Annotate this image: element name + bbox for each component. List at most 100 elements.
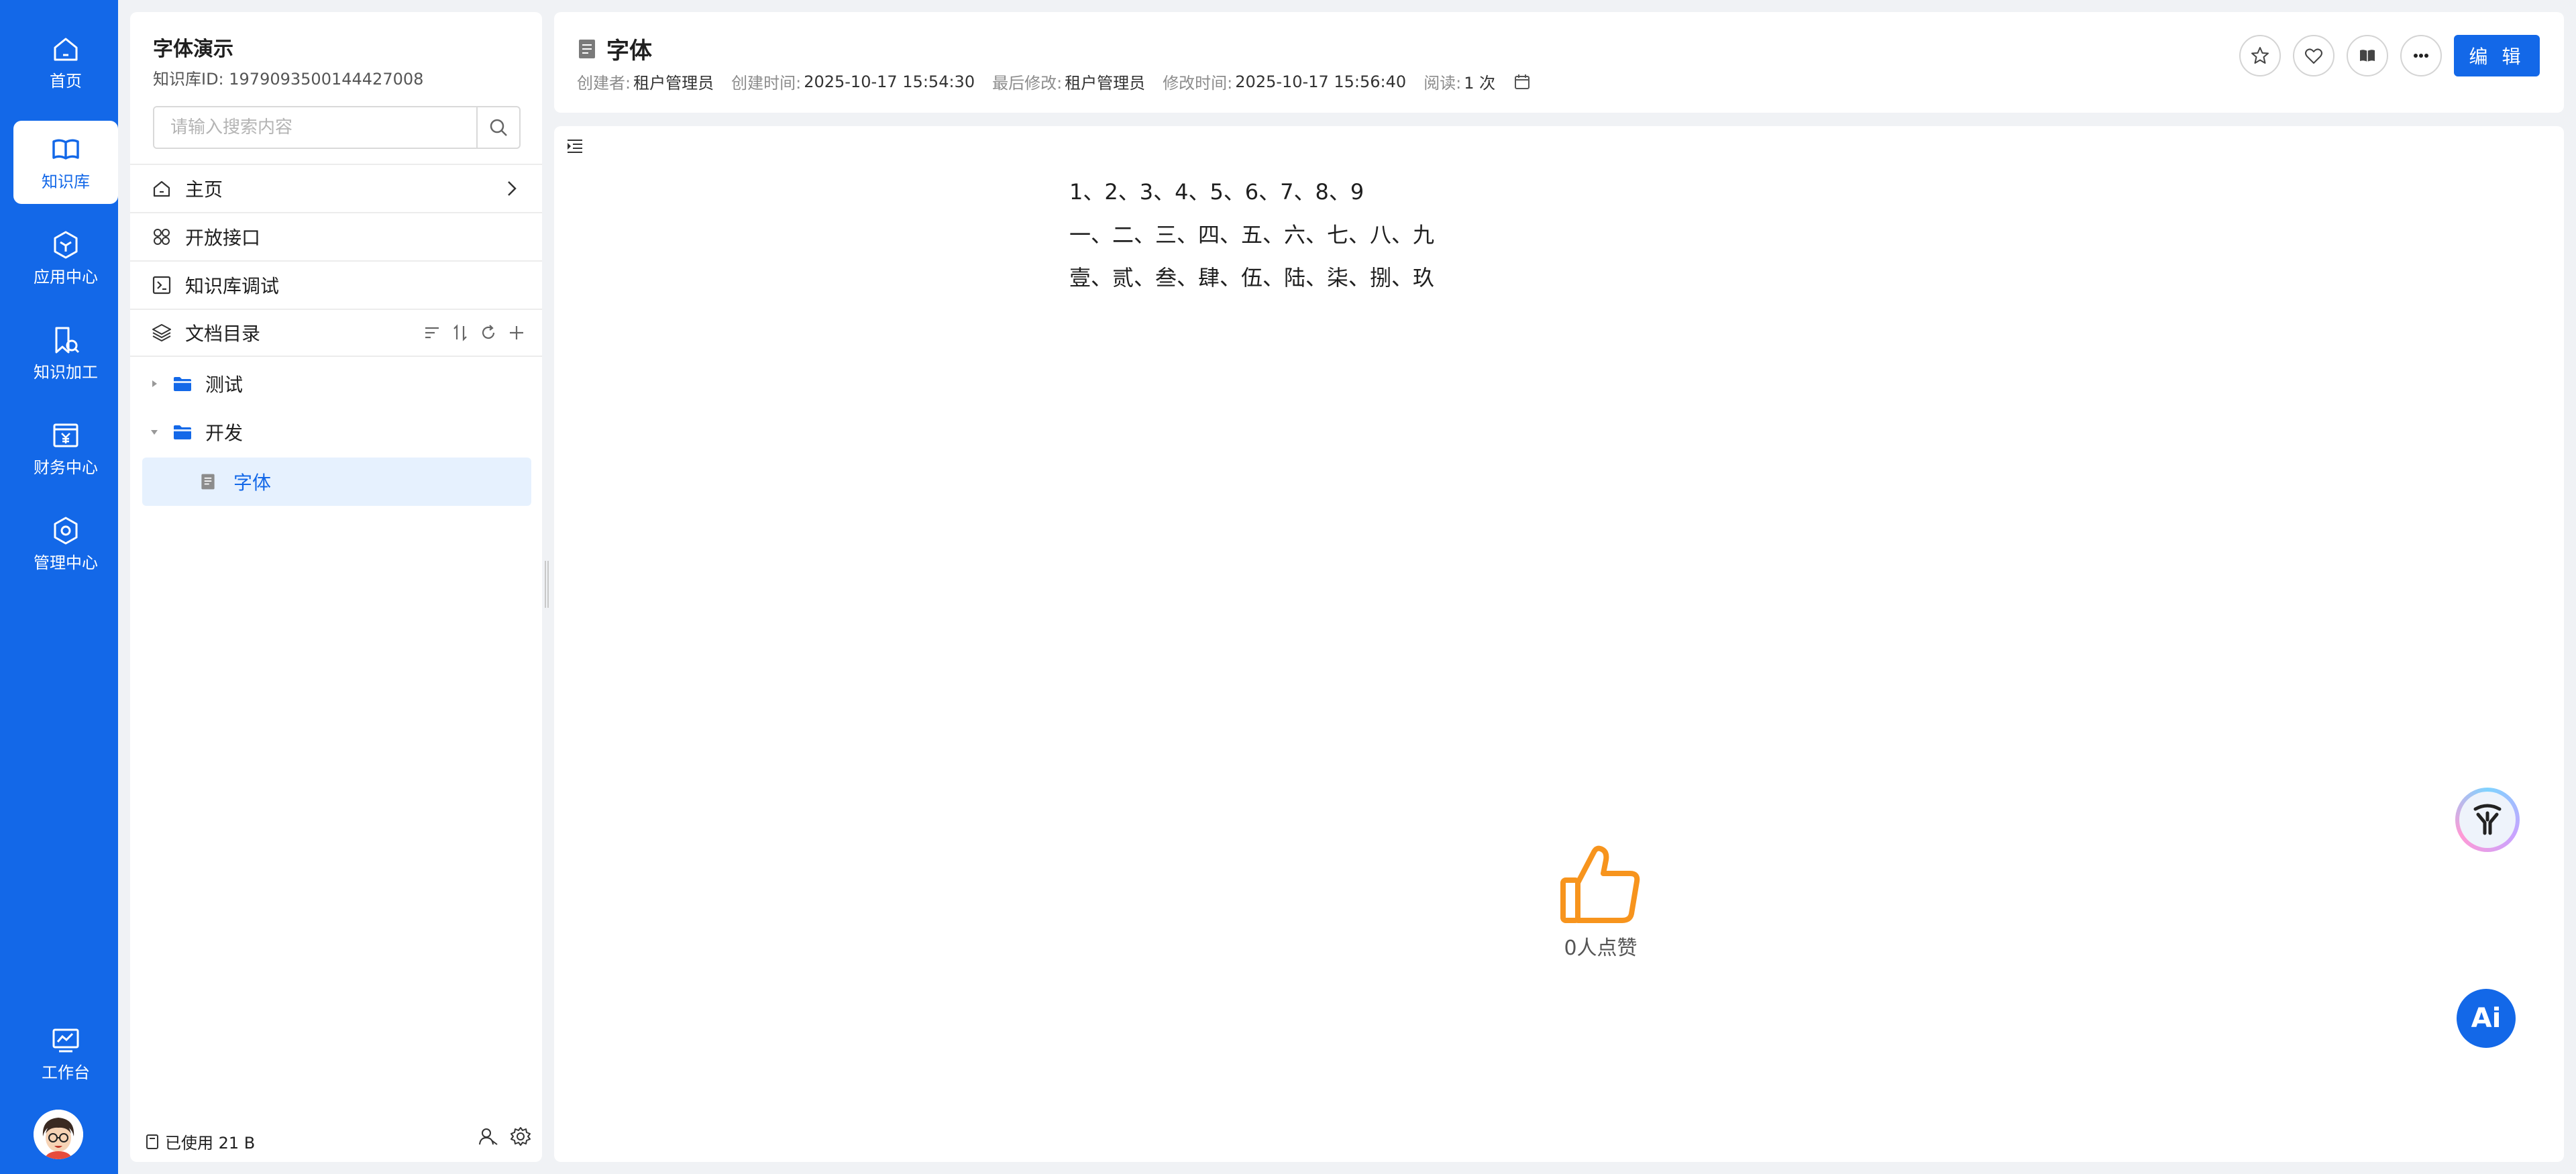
meta-reads-key: 阅读: xyxy=(1424,74,1462,93)
meta-creator-value: 租户管理员 xyxy=(633,74,714,93)
search-box xyxy=(153,106,521,149)
rail-item-label: 知识库 xyxy=(42,172,90,191)
doc-header: 字体 创建者: 租户管理员 创建时间: 2025-10-17 15:54:30 … xyxy=(554,12,2564,113)
kb-id: 知识库ID: 1979093500144427008 xyxy=(153,70,424,89)
nav-label: 知识库调试 xyxy=(185,275,280,297)
search-button[interactable] xyxy=(476,107,519,148)
caret-down-icon[interactable] xyxy=(146,424,162,440)
like-count: 0人点赞 xyxy=(1564,937,1638,960)
edit-button[interactable]: 编 辑 xyxy=(2454,35,2540,76)
doc-directory-tools xyxy=(423,323,526,342)
home-icon xyxy=(54,38,78,61)
nav-label: 开放接口 xyxy=(185,227,261,249)
search-input[interactable] xyxy=(154,107,476,148)
doc-body: 1、2、3、4、5、6、7、8、9 一、二、三、四、五、六、七、八、九 壹、贰、… xyxy=(1069,170,1434,299)
reading-mode-button[interactable] xyxy=(2347,35,2388,76)
caret-right-icon[interactable] xyxy=(146,376,162,392)
storage-icon xyxy=(146,1134,158,1149)
rail-item-label: 工作台 xyxy=(42,1063,90,1082)
book-open-icon xyxy=(2360,50,2375,62)
add-icon[interactable] xyxy=(507,323,526,342)
thumbs-up-icon[interactable] xyxy=(1559,844,1642,927)
nav-open-api[interactable]: 开放接口 xyxy=(130,212,542,260)
doc-line: 壹、贰、叁、肆、伍、陆、柒、捌、玖 xyxy=(1069,265,1435,290)
star-icon xyxy=(2251,47,2269,64)
page-title: 字体 xyxy=(577,32,652,65)
rail-item-admin-center[interactable]: 管理中心 xyxy=(13,502,118,585)
book-icon xyxy=(52,139,79,160)
avatar[interactable] xyxy=(34,1110,83,1159)
settings-gear-icon[interactable] xyxy=(510,1126,531,1147)
user-avatar-icon xyxy=(34,1110,83,1159)
rail-item-label: 知识加工 xyxy=(34,363,98,382)
finance-icon xyxy=(53,423,78,447)
usage-text: 已使用 21 B xyxy=(165,1134,256,1153)
refresh-icon[interactable] xyxy=(479,323,498,342)
chevron-right-icon xyxy=(508,181,517,196)
storage-usage: 已使用 21 B xyxy=(144,1130,255,1153)
rail-item-label: 管理中心 xyxy=(34,553,98,572)
like-widget: 0人点赞 xyxy=(1540,844,1661,961)
meta-modified-key: 修改时间: xyxy=(1163,74,1233,93)
rail-item-home[interactable]: 首页 xyxy=(13,20,118,103)
meta-modified-value: 2025-10-17 15:56:40 xyxy=(1235,72,1407,91)
resize-handle[interactable] xyxy=(545,561,549,608)
nav-doc-directory: 文档目录 xyxy=(130,309,542,357)
workbench-chart-icon xyxy=(52,1028,79,1053)
doc-title-text: 字体 xyxy=(606,38,652,64)
meta-creator-key: 创建者: xyxy=(577,74,631,93)
meta-created-key: 创建时间: xyxy=(731,74,802,93)
meta-reads-value: 1 次 xyxy=(1464,74,1496,93)
ai-chat-button[interactable]: Ai xyxy=(2457,989,2516,1048)
toc-toggle-icon[interactable] xyxy=(565,136,585,156)
rail-item-label: 财务中心 xyxy=(34,458,98,477)
ai-assistant-logo-icon xyxy=(2473,804,2502,835)
left-rail: 首页 知识库 应用中心 知识加工 财务中心 管理中心 工作台 xyxy=(0,0,118,1174)
rail-item-knowledge-base[interactable]: 知识库 xyxy=(13,121,118,204)
ai-assistant-button[interactable] xyxy=(2455,788,2520,852)
members-icon[interactable] xyxy=(478,1126,499,1147)
rail-item-knowledge-processing[interactable]: 知识加工 xyxy=(13,311,118,394)
rail-item-app-center[interactable]: 应用中心 xyxy=(13,216,118,299)
header-actions: 编 辑 xyxy=(2239,35,2540,76)
home-icon xyxy=(153,180,170,197)
search-icon xyxy=(490,119,507,136)
more-button[interactable] xyxy=(2400,35,2442,76)
rail-item-label: 应用中心 xyxy=(34,268,98,286)
meta-modifier-value: 租户管理员 xyxy=(1065,74,1146,93)
kb-title: 字体演示 xyxy=(153,38,233,61)
app-cube-icon xyxy=(54,231,78,259)
document-icon xyxy=(201,474,215,490)
layers-icon xyxy=(152,324,171,341)
doc-process-icon xyxy=(55,327,80,354)
folder-icon xyxy=(174,377,191,391)
tree-folder-test[interactable]: 测试 xyxy=(146,360,243,408)
rail-item-label: 首页 xyxy=(50,72,82,91)
sidebar-footer-tools xyxy=(478,1126,531,1147)
doc-meta: 创建者: 租户管理员 创建时间: 2025-10-17 15:54:30 最后修… xyxy=(577,70,1532,93)
rail-item-finance-center[interactable]: 财务中心 xyxy=(13,407,118,490)
document-icon xyxy=(579,39,595,58)
apps-grid-icon xyxy=(154,229,170,245)
hex-gear-icon xyxy=(54,517,78,545)
tree-doc-font[interactable]: 字体 xyxy=(199,458,271,506)
doc-line: 1、2、3、4、5、6、7、8、9 xyxy=(1069,179,1364,205)
nav-label: 文档目录 xyxy=(185,323,261,345)
sort-icon[interactable] xyxy=(423,323,441,342)
nav-kb-debug[interactable]: 知识库调试 xyxy=(130,260,542,309)
calendar-icon[interactable] xyxy=(1513,72,1532,91)
star-button[interactable] xyxy=(2239,35,2281,76)
more-horizontal-icon xyxy=(2414,54,2428,58)
tree-label: 测试 xyxy=(205,374,244,396)
tree-label: 字体 xyxy=(233,472,272,494)
tree-folder-dev[interactable]: 开发 xyxy=(146,408,243,456)
swap-vertical-icon[interactable] xyxy=(451,323,470,342)
nav-home[interactable]: 主页 xyxy=(130,164,542,212)
folder-open-icon xyxy=(174,425,191,439)
heart-icon xyxy=(2305,48,2322,64)
nav-label: 主页 xyxy=(185,178,223,201)
favorite-button[interactable] xyxy=(2293,35,2334,76)
meta-modifier-key: 最后修改: xyxy=(992,74,1063,93)
rail-item-workbench[interactable]: 工作台 xyxy=(13,1012,118,1095)
tree-label: 开发 xyxy=(205,422,244,444)
